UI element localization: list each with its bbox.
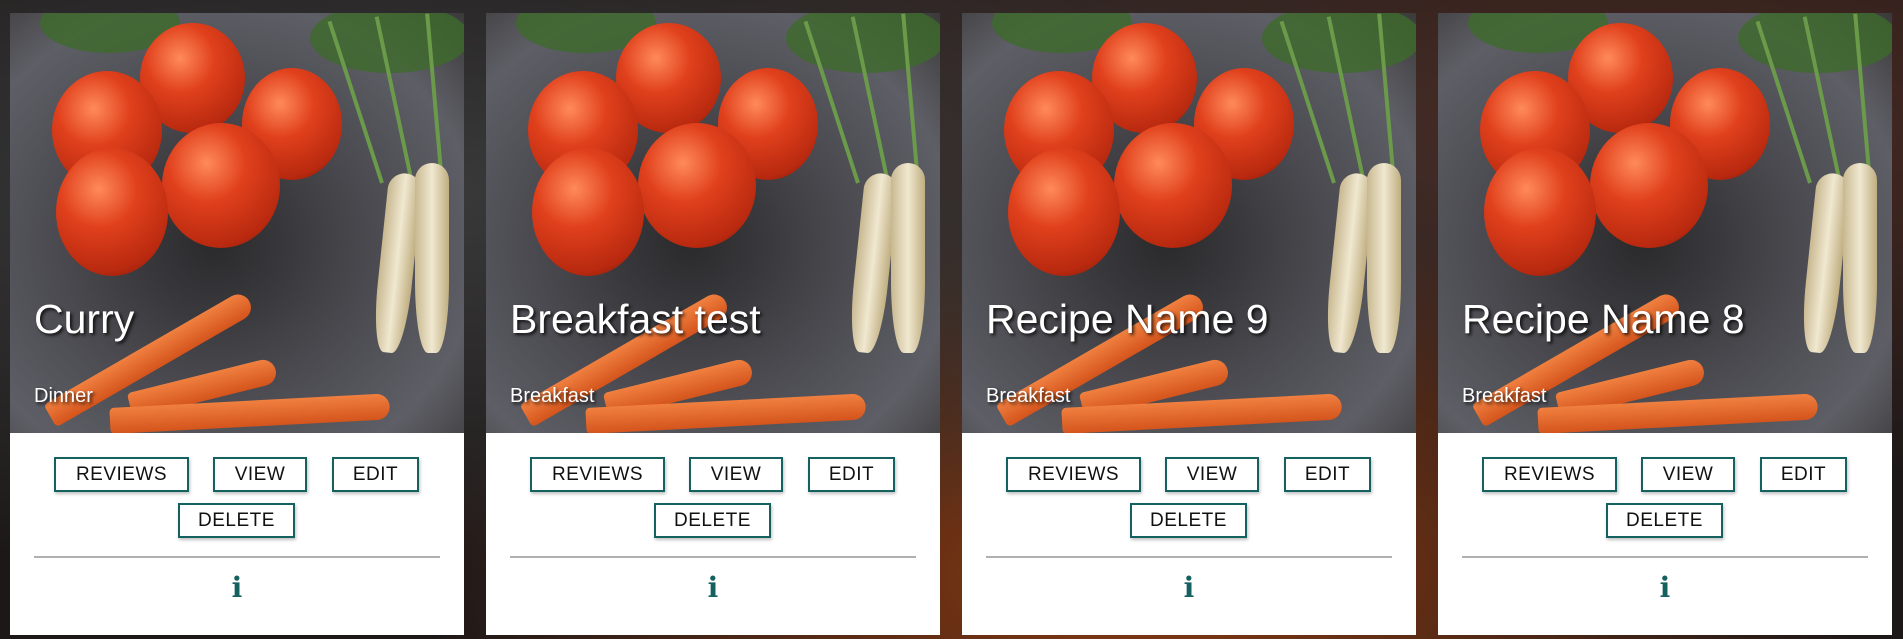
recipe-card: Breakfast test Breakfast REVIEWS VIEW ED…: [486, 13, 940, 635]
divider: [510, 556, 916, 558]
recipe-category: Breakfast: [510, 385, 595, 407]
recipe-card: Recipe Name 9 Breakfast REVIEWS VIEW EDI…: [962, 13, 1416, 635]
info-icon[interactable]: i: [227, 574, 247, 602]
recipe-image[interactable]: Breakfast test Breakfast: [486, 13, 940, 433]
delete-button[interactable]: DELETE: [1130, 503, 1247, 538]
divider: [34, 556, 440, 558]
view-button[interactable]: VIEW: [1641, 457, 1735, 492]
edit-button[interactable]: EDIT: [808, 457, 895, 492]
info-icon[interactable]: i: [703, 574, 723, 602]
view-button[interactable]: VIEW: [689, 457, 783, 492]
edit-button[interactable]: EDIT: [332, 457, 419, 492]
recipe-title: Recipe Name 9: [986, 296, 1269, 342]
divider: [1462, 556, 1868, 558]
reviews-button[interactable]: REVIEWS: [530, 457, 665, 492]
edit-button[interactable]: EDIT: [1284, 457, 1371, 492]
reviews-button[interactable]: REVIEWS: [1482, 457, 1617, 492]
recipe-category: Breakfast: [1462, 385, 1547, 407]
delete-button[interactable]: DELETE: [654, 503, 771, 538]
reviews-button[interactable]: REVIEWS: [54, 457, 189, 492]
recipe-title: Breakfast test: [510, 296, 761, 342]
info-icon[interactable]: i: [1179, 574, 1199, 602]
edit-button[interactable]: EDIT: [1760, 457, 1847, 492]
info-icon[interactable]: i: [1655, 574, 1675, 602]
divider: [986, 556, 1392, 558]
reviews-button[interactable]: REVIEWS: [1006, 457, 1141, 492]
view-button[interactable]: VIEW: [213, 457, 307, 492]
recipe-card: Recipe Name 8 Breakfast REVIEWS VIEW EDI…: [1438, 13, 1892, 635]
recipe-card: Curry Dinner REVIEWS VIEW EDIT DELETE i: [10, 13, 464, 635]
recipe-title: Curry: [34, 296, 135, 342]
recipe-category: Breakfast: [986, 385, 1071, 407]
view-button[interactable]: VIEW: [1165, 457, 1259, 492]
delete-button[interactable]: DELETE: [178, 503, 295, 538]
recipe-title: Recipe Name 8: [1462, 296, 1745, 342]
delete-button[interactable]: DELETE: [1606, 503, 1723, 538]
recipe-image[interactable]: Recipe Name 8 Breakfast: [1438, 13, 1892, 433]
recipe-image[interactable]: Recipe Name 9 Breakfast: [962, 13, 1416, 433]
recipe-category: Dinner: [34, 385, 93, 407]
recipe-image[interactable]: Curry Dinner: [10, 13, 464, 433]
